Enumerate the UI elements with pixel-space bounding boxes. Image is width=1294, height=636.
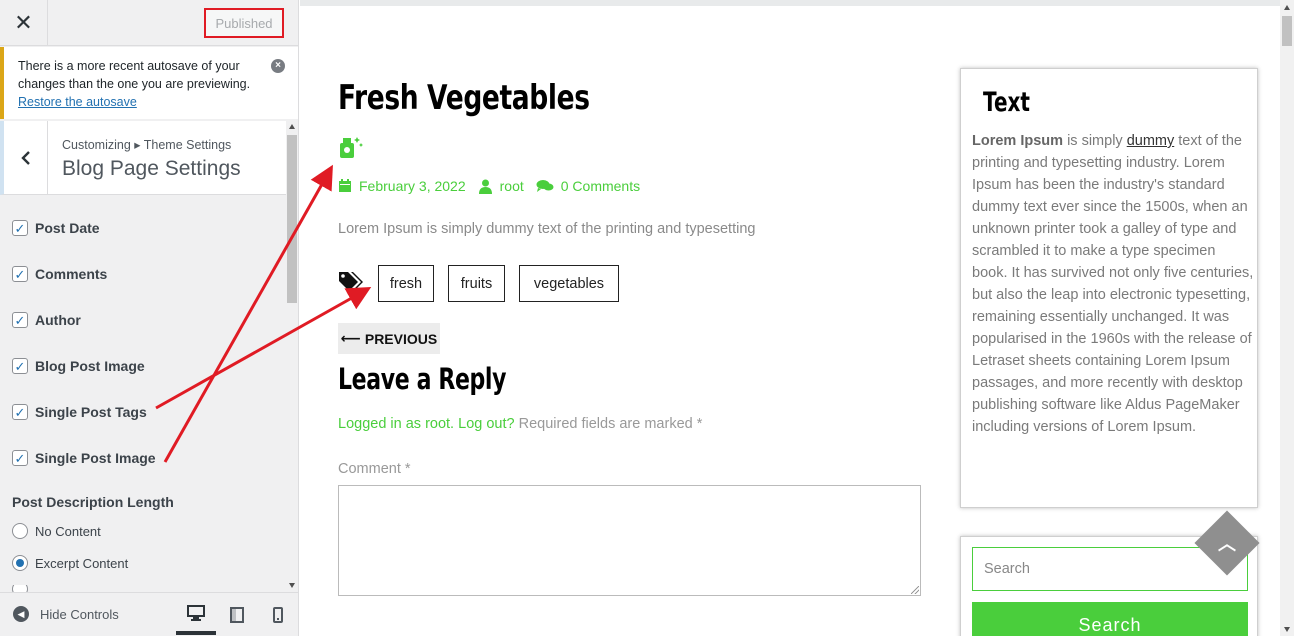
excerpt-content-option[interactable]: Excerpt Content [12, 553, 128, 573]
post-meta: February 3, 2022 root 0 Comments [338, 178, 640, 194]
single-post-image-checkbox[interactable]: ✓ [12, 450, 28, 466]
tag-fresh[interactable]: fresh [378, 265, 434, 302]
text-widget-mid: is simply [1063, 133, 1127, 149]
logged-in-line: Logged in as root. Log out? Required fie… [338, 416, 702, 432]
excerpt-content-label: Excerpt Content [35, 555, 129, 571]
text-widget-dummy-link[interactable]: dummy [1127, 133, 1175, 149]
blog-post-image-option[interactable]: ✓ Blog Post Image [12, 356, 145, 376]
text-widget-title: Text [983, 87, 1030, 118]
customizer-header: ✕ Published [0, 0, 298, 46]
comment-required-star: * [404, 461, 411, 477]
close-button[interactable]: ✕ [0, 0, 48, 46]
scroll-up-icon[interactable] [1284, 5, 1290, 10]
chevron-up-icon: ︿ [1218, 534, 1236, 554]
customizer-footer: ◀ Hide Controls [0, 592, 298, 636]
no-content-radio[interactable] [12, 523, 28, 539]
hide-controls-button[interactable]: ◀ Hide Controls [13, 606, 119, 622]
post-date-checkbox[interactable]: ✓ [12, 220, 28, 236]
site-preview: Fresh Vegetables February 3, 2022 root 0… [300, 0, 1294, 636]
text-widget-bold: Lorem Ipsum [972, 133, 1064, 149]
controls-scrollbar[interactable] [286, 121, 298, 591]
collapse-icon: ◀ [13, 606, 29, 622]
leave-reply-title: Leave a Reply [338, 362, 507, 396]
tag-fruits[interactable]: fruits [448, 265, 505, 302]
comment-label-text: Comment [338, 461, 401, 477]
single-post-tags-option[interactable]: ✓ Single Post Tags [12, 402, 147, 422]
post-image-placeholder-icon [338, 134, 364, 160]
preview-scrollbar-thumb[interactable] [1282, 16, 1292, 46]
tags-icon [338, 271, 364, 293]
preview-top-strip [300, 0, 1280, 6]
desktop-icon [187, 605, 205, 621]
autosave-notice-text: There is a more recent autosave of your … [18, 59, 251, 91]
text-widget-body: Lorem Ipsum is simply dummy text of the … [972, 130, 1254, 438]
post-date-link[interactable]: February 3, 2022 [359, 178, 466, 194]
single-post-image-label: Single Post Image [35, 450, 156, 466]
mobile-preview-button[interactable] [258, 595, 298, 635]
no-content-option[interactable]: No Content [12, 521, 101, 541]
autosave-notice: There is a more recent autosave of your … [0, 47, 298, 119]
search-button[interactable]: Search [972, 602, 1248, 636]
excerpt-content-radio[interactable] [12, 555, 28, 571]
customizer-sidebar: ✕ Published There is a more recent autos… [0, 0, 299, 636]
required-star: * [696, 416, 703, 432]
post-author-link[interactable]: root [500, 178, 524, 194]
hide-controls-label: Hide Controls [40, 606, 119, 622]
single-post-tags-label: Single Post Tags [35, 404, 147, 420]
previous-label: PREVIOUS [364, 330, 438, 347]
text-widget: Text Lorem Ipsum is simply dummy text of… [960, 68, 1258, 508]
tag-vegetables[interactable]: vegetables [519, 265, 619, 302]
comments-icon [536, 179, 554, 193]
comment-label: Comment * [338, 461, 411, 477]
dismiss-notice-icon[interactable]: × [271, 59, 285, 73]
scrollbar-thumb[interactable] [287, 135, 297, 303]
mobile-icon [273, 607, 283, 623]
full-content-radio[interactable] [12, 585, 28, 592]
section-title: Blog Page Settings [62, 157, 241, 180]
author-label: Author [35, 312, 81, 328]
post-date-option[interactable]: ✓ Post Date [12, 218, 100, 238]
blog-post-image-label: Blog Post Image [35, 358, 145, 374]
close-icon: ✕ [14, 10, 33, 35]
scroll-up-icon[interactable] [289, 124, 295, 129]
author-option[interactable]: ✓ Author [12, 310, 81, 330]
description-length-title: Post Description Length [12, 494, 174, 510]
comments-label: Comments [35, 266, 108, 282]
post-excerpt: Lorem Ipsum is simply dummy text of the … [338, 221, 756, 237]
back-button[interactable] [4, 121, 48, 194]
publish-button[interactable]: Published [204, 8, 284, 38]
scroll-down-icon[interactable] [289, 583, 295, 588]
user-icon [478, 179, 493, 194]
comments-checkbox[interactable]: ✓ [12, 266, 28, 282]
calendar-icon [338, 179, 352, 193]
tablet-preview-button[interactable] [217, 595, 257, 635]
breadcrumb: Customizing ▸ Theme Settings [62, 138, 232, 152]
preview-scrollbar[interactable] [1280, 0, 1294, 636]
post-comments-link[interactable]: 0 Comments [561, 178, 640, 194]
blog-post-image-checkbox[interactable]: ✓ [12, 358, 28, 374]
post-date-label: Post Date [35, 220, 100, 236]
tablet-icon [230, 607, 244, 623]
no-content-label: No Content [35, 523, 101, 539]
log-out-link[interactable]: Log out? [458, 416, 514, 432]
single-post-image-option[interactable]: ✓ Single Post Image [12, 448, 156, 468]
logged-in-link[interactable]: Logged in as root. [338, 416, 454, 432]
author-checkbox[interactable]: ✓ [12, 312, 28, 328]
desktop-preview-button[interactable] [176, 595, 216, 635]
post-title: Fresh Vegetables [338, 78, 590, 118]
resize-handle-icon[interactable] [911, 586, 919, 594]
chevron-left-icon [20, 150, 30, 165]
full-content-option-partial[interactable] [12, 585, 35, 592]
previous-post-button[interactable]: ⟵ PREVIOUS [338, 323, 440, 354]
scroll-down-icon[interactable] [1284, 627, 1290, 632]
text-widget-rest: text of the printing and typesetting ind… [972, 133, 1254, 435]
arrow-left-icon: ⟵ [340, 330, 361, 346]
comments-option[interactable]: ✓ Comments [12, 264, 107, 284]
required-note: Required fields are marked [518, 416, 693, 432]
comment-textarea[interactable] [338, 485, 921, 596]
single-post-tags-checkbox[interactable]: ✓ [12, 404, 28, 420]
restore-autosave-link[interactable]: Restore the autosave [18, 95, 137, 109]
section-header: Customizing ▸ Theme Settings Blog Page S… [0, 121, 286, 195]
